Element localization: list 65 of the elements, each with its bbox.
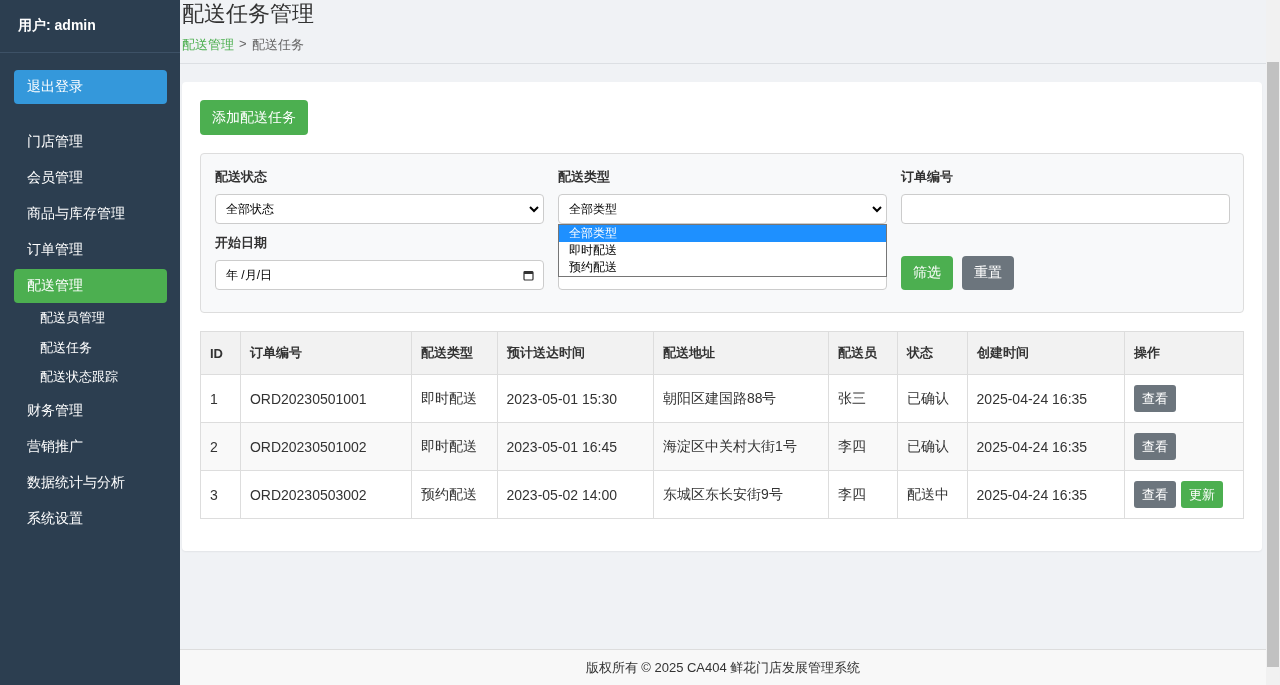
status-select[interactable]: 全部状态 <box>215 194 544 224</box>
sidebar-item[interactable]: 订单管理 <box>14 233 167 267</box>
table-cell: 张三 <box>828 374 898 423</box>
field-label: 订单编号 <box>901 168 954 186</box>
calendar-icon <box>523 269 534 281</box>
table-cell: 2025-04-24 16:35 <box>967 470 1125 519</box>
table-cell: ORD20230501002 <box>240 422 412 471</box>
table-cell: 2023-05-01 15:30 <box>497 374 654 423</box>
table-cell: 2025-04-24 16:35 <box>967 422 1125 471</box>
table-cell: 海淀区中关村大街1号 <box>653 422 829 471</box>
table-cell: 即时配送 <box>411 374 497 423</box>
sidebar-item[interactable]: 会员管理 <box>14 161 167 195</box>
view-button[interactable]: 查看 <box>1133 481 1176 508</box>
sidebar-item[interactable]: 系统设置 <box>14 501 167 536</box>
column-header: 配送员 <box>828 331 898 375</box>
table-cell: 已确认 <box>897 422 968 471</box>
table-cell: 1 <box>200 374 241 423</box>
sidebar-item[interactable]: 商品与库存管理 <box>14 197 167 231</box>
sidebar-item[interactable]: 数据统计与分析 <box>14 465 167 500</box>
column-header: 状态 <box>897 331 968 375</box>
table-cell: 东城区东长安街9号 <box>653 470 829 519</box>
start-date-field[interactable]: 年 /月/日 <box>215 260 544 290</box>
chevron-down-icon <box>528 203 540 215</box>
column-header: 订单编号 <box>240 331 412 375</box>
chevron-down-icon <box>871 203 883 215</box>
sidebar-item[interactable]: 门店管理 <box>14 125 167 159</box>
view-button[interactable]: 查看 <box>1133 433 1176 460</box>
field-label: 配送状态 <box>215 168 268 186</box>
table-cell: 李四 <box>828 470 898 519</box>
view-button[interactable]: 查看 <box>1133 385 1176 412</box>
order-number-field[interactable] <box>901 194 1230 224</box>
table-cell: ORD20230503002 <box>240 470 412 519</box>
table-cell: 2025-04-24 16:35 <box>967 374 1125 423</box>
column-header: ID <box>200 331 241 375</box>
table-cell: 李四 <box>828 422 898 471</box>
table-cell: 即时配送 <box>411 422 497 471</box>
table-cell: ORD20230501001 <box>240 374 412 423</box>
table-cell: 2023-05-01 16:45 <box>497 422 654 471</box>
table-cell: 预约配送 <box>411 470 497 519</box>
reset-button[interactable]: 重置 <box>962 256 1014 290</box>
column-header: 配送类型 <box>411 331 497 375</box>
table-cell: 2023-05-02 14:00 <box>497 470 654 519</box>
field-label: 配送类型 <box>558 168 611 186</box>
type-select[interactable]: 全部类型 <box>558 194 887 224</box>
table-cell: 配送中 <box>897 470 968 519</box>
breadcrumb-current: 配送任务 <box>251 36 304 54</box>
table-cell: 朝阳区建国路88号 <box>653 374 829 423</box>
sidebar-subitem[interactable]: 配送状态跟踪 <box>0 363 180 393</box>
sidebar-subitem[interactable]: 配送任务 <box>0 333 180 363</box>
table-cell: 3 <box>200 470 241 519</box>
user-label: 用户: admin <box>18 17 96 35</box>
table-cell: 2 <box>200 422 241 471</box>
scrollbar[interactable] <box>1266 0 1280 685</box>
table-cell: 已确认 <box>897 374 968 423</box>
footer-text: 版权所有 © 2025 CA404 鲜花门店发展管理系统 <box>180 649 1266 685</box>
column-header: 预计送达时间 <box>497 331 654 375</box>
field-label: 开始日期 <box>215 234 268 252</box>
sidebar-item[interactable]: 财务管理 <box>14 393 167 428</box>
sidebar-item[interactable]: 营销推广 <box>14 429 167 464</box>
column-header: 操作 <box>1124 331 1244 375</box>
column-header: 配送地址 <box>653 331 829 375</box>
column-header: 创建时间 <box>967 331 1125 375</box>
breadcrumb-separator: > <box>239 36 247 53</box>
sidebar-subitem[interactable]: 配送员管理 <box>0 304 180 334</box>
page-title: 配送任务管理 <box>182 0 315 28</box>
